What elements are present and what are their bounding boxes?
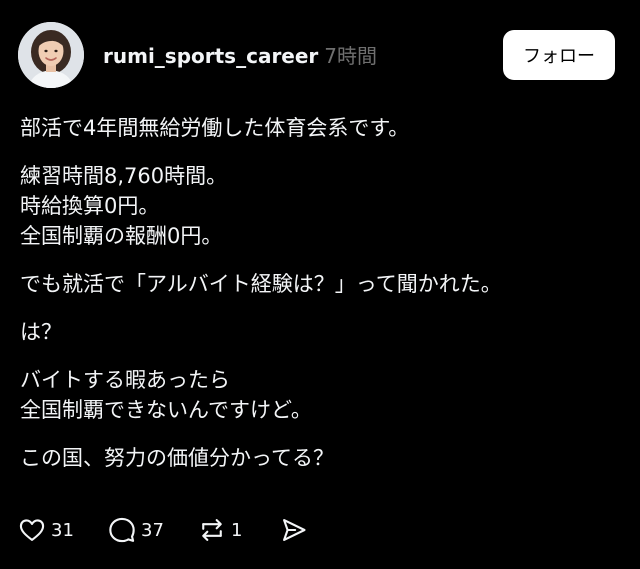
comment-button[interactable]: 37 xyxy=(108,516,198,544)
post-text-line: 時給換算0円。 xyxy=(20,194,160,218)
profile-photo-icon xyxy=(18,22,84,88)
post-body: 部活で4年間無給労働した体育会系です。 練習時間8,760時間。 時給換算0円。… xyxy=(20,113,620,491)
post-timestamp: 7時間 xyxy=(324,44,378,68)
post-text-line: この国、努力の価値分かってる？ xyxy=(20,446,334,470)
action-bar: 31 37 1 xyxy=(18,514,308,546)
post-paragraph: この国、努力の価値分かってる？ xyxy=(20,443,620,473)
repost-count: 1 xyxy=(231,519,243,541)
repost-icon xyxy=(202,519,222,541)
post-text-line: 練習時間8,760時間。 xyxy=(20,164,228,188)
author-line: rumi_sports_career 7時間 xyxy=(103,44,377,68)
post-paragraph: バイトする暇あったら 全国制覇できないんですけど。 xyxy=(20,365,620,425)
post-paragraph: 部活で4年間無給労働した体育会系です。 xyxy=(20,113,620,143)
post-text-line: 全国制覇の報酬0円。 xyxy=(20,224,223,248)
post-paragraph: 練習時間8,760時間。 時給換算0円。 全国制覇の報酬0円。 xyxy=(20,161,620,251)
post-text-line: でも就活で「アルバイト経験は？」って聞かれた。 xyxy=(20,272,502,296)
share-button[interactable] xyxy=(280,516,308,544)
heart-icon xyxy=(19,519,45,541)
repost-button[interactable]: 1 xyxy=(198,516,280,544)
post-header: rumi_sports_career 7時間 フォロー xyxy=(18,22,615,90)
send-icon xyxy=(283,519,306,541)
comment-count: 37 xyxy=(141,519,164,541)
like-count: 31 xyxy=(51,519,74,541)
avatar[interactable] xyxy=(18,22,84,88)
post-text-line: は？ xyxy=(20,320,62,344)
post-paragraph: でも就活で「アルバイト経験は？」って聞かれた。 xyxy=(20,269,620,299)
comment-icon xyxy=(109,517,135,543)
post-text-line: 部活で4年間無給労働した体育会系です。 xyxy=(20,116,410,140)
follow-button[interactable]: フォロー xyxy=(503,30,615,80)
like-button[interactable]: 31 xyxy=(18,516,108,544)
thread-post: rumi_sports_career 7時間 フォロー 部活で4年間無給労働した体… xyxy=(0,0,640,569)
post-paragraph: は？ xyxy=(20,317,620,347)
username[interactable]: rumi_sports_career xyxy=(103,44,318,68)
post-text-line: バイトする暇あったら xyxy=(20,368,230,392)
post-text-line: 全国制覇できないんですけど。 xyxy=(20,398,312,422)
